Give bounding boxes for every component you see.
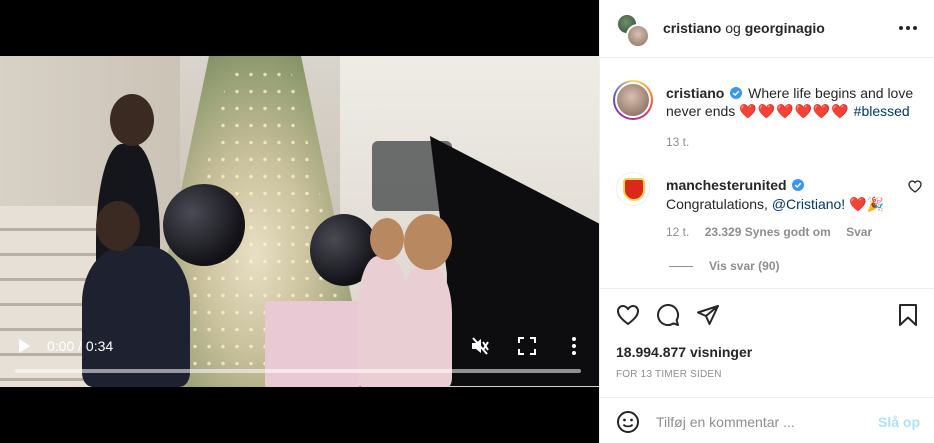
post-comment-button[interactable]: Slå op (878, 414, 920, 430)
comment-emoji: ❤️🎉 (849, 196, 884, 212)
scene-boy-small-head (96, 201, 140, 251)
scene-girl-left-head (370, 218, 404, 260)
add-comment-bar: Slå op (600, 397, 934, 443)
header-username-2[interactable]: georginagio (745, 20, 825, 36)
caption-avatar[interactable] (613, 80, 653, 120)
share-paper-plane-icon[interactable] (696, 303, 720, 327)
verified-badge-icon (730, 85, 743, 99)
view-replies-button[interactable]: Vis svar (90) (669, 259, 780, 273)
play-icon[interactable] (17, 338, 31, 354)
save-bookmark-icon[interactable] (896, 303, 920, 327)
comment-likes[interactable]: 23.329 Synes godt om (705, 225, 831, 239)
scene-girl-right-head (404, 214, 452, 270)
comment-mention[interactable]: @Cristiano! (772, 196, 845, 212)
video-player[interactable]: 0:00 / 0:34 (0, 0, 599, 443)
post-timestamp[interactable]: FOR 13 TIMER SIDEN (616, 369, 722, 380)
more-vertical-icon[interactable] (568, 336, 580, 356)
caption-username[interactable]: cristiano (666, 85, 724, 101)
comment-like-heart-icon[interactable] (908, 180, 922, 193)
verified-badge-icon (792, 177, 805, 191)
header-avatars[interactable] (616, 13, 650, 48)
caption-hashtag[interactable]: #blessed (854, 103, 910, 119)
more-horizontal-icon[interactable] (897, 18, 919, 38)
avatar (626, 24, 650, 48)
caption-time[interactable]: 13 t. (666, 135, 689, 149)
divider (669, 266, 693, 268)
emoji-smiley-icon[interactable] (616, 410, 640, 434)
comments-list[interactable]: cristiano Where life begins and love nev… (600, 59, 934, 288)
video-progress-bar[interactable] (15, 369, 581, 373)
header-separator: og (725, 20, 741, 36)
post-actions: 18.994.877 visninger FOR 13 TIMER SIDEN … (600, 288, 934, 443)
comment-bubble-icon[interactable] (656, 303, 680, 327)
comment-input[interactable] (656, 408, 866, 436)
video-controls: 0:00 / 0:34 (0, 330, 599, 387)
caption-hearts: ❤️❤️❤️❤️❤️❤️ (739, 103, 850, 119)
header-username-1[interactable]: cristiano (663, 20, 721, 36)
comment-username[interactable]: manchesterunited (666, 177, 787, 193)
header-title: cristiano og georginagio (663, 20, 825, 36)
view-replies-label: Vis svar (90) (709, 259, 780, 273)
fullscreen-icon[interactable] (518, 337, 536, 355)
reply-button[interactable]: Svar (846, 225, 872, 239)
reply-avatar[interactable] (616, 172, 650, 206)
scene-balloon-left (163, 184, 245, 266)
comment-time[interactable]: 12 t. (666, 225, 689, 239)
post-side-panel: cristiano og georginagio cristiano Where… (599, 0, 934, 443)
like-heart-icon[interactable] (616, 303, 640, 327)
comment-meta: 12 t. 23.329 Synes godt om Svar (666, 225, 884, 239)
video-time: 0:00 / 0:34 (47, 338, 114, 354)
muted-speaker-icon[interactable] (470, 336, 490, 356)
comment-text: Congratulations, (666, 196, 768, 212)
scene-boy-tall-head (110, 94, 154, 146)
view-count[interactable]: 18.994.877 visninger (616, 344, 752, 360)
club-crest-icon (623, 178, 645, 201)
comment: manchesterunited Congratulations, @Crist… (666, 176, 906, 214)
post-header: cristiano og georginagio (600, 0, 934, 58)
post-caption: cristiano Where life begins and love nev… (666, 84, 921, 120)
